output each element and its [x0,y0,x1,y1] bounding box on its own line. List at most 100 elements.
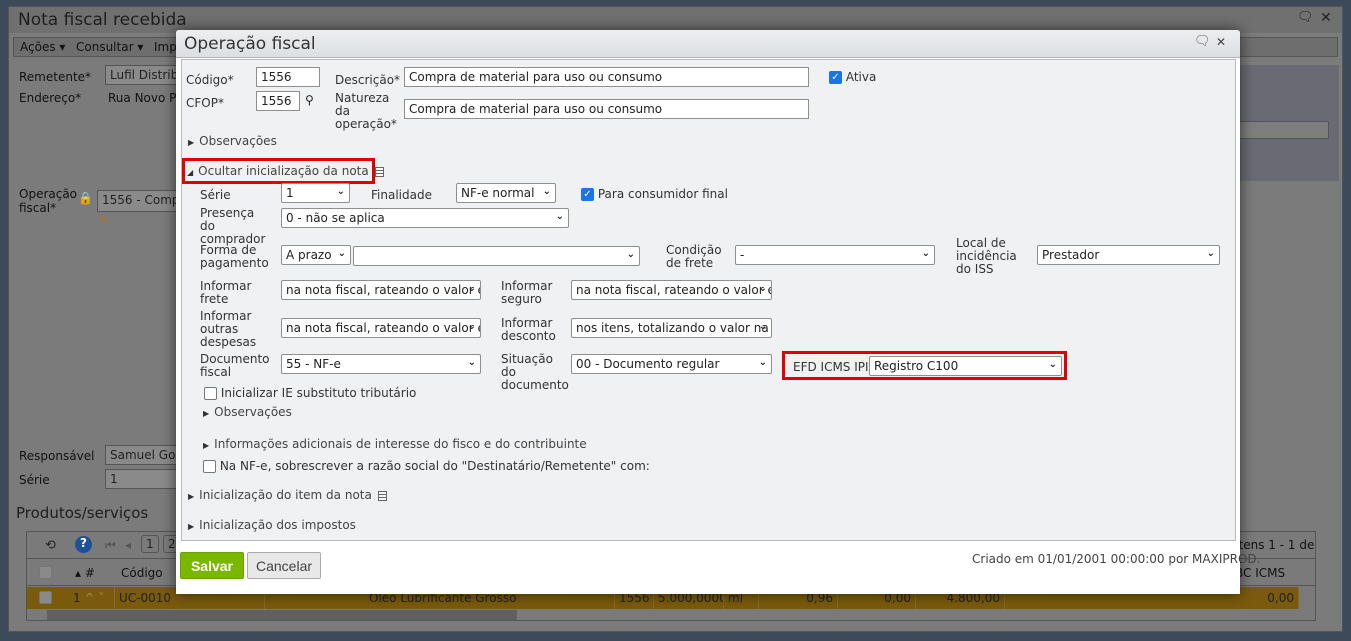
operacao-fiscal-dialog: Operação fiscal 🗨 ✕ Código* 1556 CFOP* 1… [176,30,1260,594]
menu-acoes[interactable]: Ações ▾ [20,40,65,54]
cancel-button[interactable]: Cancelar [247,552,321,579]
forma-pagamento-detail-select[interactable]: ⌄ [353,246,640,266]
documento-fiscal-label: Documento fiscal [200,352,270,379]
consumidor-final-label: Para consumidor final [597,187,728,201]
sobrescrever-checkbox[interactable] [203,460,216,473]
ativa-checkbox[interactable]: ✓ [829,71,842,84]
documento-fiscal-select[interactable]: 55 - NF-e ⌄ [281,354,481,374]
select-all-checkbox[interactable] [39,566,52,579]
expand-triangle-icon: ▶ [188,522,195,531]
horizontal-scrollbar[interactable] [47,610,517,620]
pencil-icon[interactable]: ✎ [99,214,110,229]
descricao-input[interactable]: Compra de material para uso ou consumo [404,67,809,87]
info-adicionais-toggle[interactable]: ▶ Informações adicionais de interesse do … [203,437,587,451]
ativa-checkbox-wrap[interactable]: ✓ Ativa [829,70,876,84]
init-item-toggle[interactable]: ▶ Inicialização do item da nota [188,488,387,502]
responsavel-label: Responsável [19,449,95,463]
expand-triangle-icon: ▶ [203,441,210,450]
dialog-title: Operação fiscal [184,34,316,54]
dialog-titlebar: Operação fiscal 🗨 ✕ [176,30,1240,58]
col-num-header[interactable]: ▴ # [75,566,95,580]
condicao-frete-label: Condição de frete [666,243,722,270]
efd-select[interactable]: Registro C100 ⌄ [869,356,1062,376]
informar-outras-select[interactable]: na nota fiscal, rateando o valor e ⌄ [281,318,481,338]
condicao-frete-select[interactable]: - ⌄ [735,245,935,265]
situacao-select[interactable]: 00 - Documento regular ⌄ [571,354,772,374]
expand-triangle-icon: ▶ [188,138,195,147]
help-icon[interactable]: ? [75,536,92,553]
remetente-input[interactable]: Lufil Distribui [105,65,185,85]
produtos-title: Produtos/serviços [16,504,149,522]
document-icon [374,166,384,177]
finalidade-select[interactable]: NF-e normal ⌄ [456,183,556,203]
sobrescrever-wrap[interactable]: Na NF-e, sobrescrever a razão social do … [203,459,650,473]
situacao-label: Situação do documento [501,352,569,392]
endereco-label: Endereço* [19,91,82,105]
natureza-input[interactable]: Compra de material para uso ou consumo [404,99,809,119]
serie-label: Série [19,473,50,487]
ie-substituto-wrap[interactable]: Inicializar IE substituto tributário [204,386,416,400]
prev-page-icon[interactable]: ◂ [125,538,131,552]
lock-icon: 🔒 [78,191,93,205]
sobrescrever-label: Na NF-e, sobrescrever a razão social do … [219,459,650,473]
observacoes-init-toggle[interactable]: ▶ Observações [203,405,292,419]
expand-triangle-icon: ▶ [203,409,210,418]
comment-icon[interactable]: 🗨 [1194,34,1211,49]
informar-seguro-select[interactable]: na nota fiscal, rateando o valor e ⌄ [571,280,772,300]
consumidor-final-checkbox[interactable]: ✓ [581,188,594,201]
serie-select[interactable]: 1 ⌄ [281,183,350,203]
serie-label: Série [200,188,231,202]
descricao-label: Descrição* [335,73,401,87]
natureza-label: Natureza da operação* [335,91,397,131]
responsavel-input[interactable]: Samuel Gonç [105,445,185,465]
ocultar-inicializacao-toggle[interactable]: ◢ Ocultar inicialização da nota [187,164,384,178]
serie-input[interactable]: 1 [105,469,185,489]
col-codigo-header[interactable]: Código [121,566,163,580]
local-iss-select[interactable]: Prestador ⌄ [1037,245,1220,265]
created-info: Criado em 01/01/2001 00:00:00 por MAXIPR… [972,552,1261,566]
collapse-triangle-icon: ◢ [187,168,194,177]
codigo-label: Código* [186,73,234,87]
operacao-input[interactable]: 1556 - Compr [97,190,187,212]
local-iss-label: Local de incidência do ISS [956,236,1017,276]
informar-frete-select[interactable]: na nota fiscal, rateando o valor e ⌄ [281,280,481,300]
refresh-icon[interactable]: ⟲ [45,538,56,553]
informar-frete-label: Informar frete [200,279,252,306]
consumidor-final-wrap[interactable]: ✓ Para consumidor final [581,187,728,201]
informar-desconto-select[interactable]: nos itens, totalizando o valor na ⌄ [571,318,772,338]
row-checkbox[interactable] [39,591,52,604]
observacoes-toggle[interactable]: ▶ Observações [188,134,277,148]
cfop-label: CFOP* [186,96,224,110]
ativa-label: Ativa [845,70,877,84]
forma-pagamento-select[interactable]: A prazo ⌄ [281,245,351,265]
save-button[interactable]: Salvar [180,552,244,579]
informar-seguro-label: Informar seguro [501,279,553,306]
document-icon [377,490,387,501]
expand-triangle-icon: ▶ [188,492,195,501]
init-impostos-toggle[interactable]: ▶ Inicialização dos impostos [188,518,356,532]
ie-substituto-checkbox[interactable] [204,387,217,400]
operacao-label: Operação fiscal* [19,187,78,215]
col-bcicms-header[interactable]: BC ICMS [1235,566,1285,580]
ie-substituto-label: Inicializar IE substituto tributário [220,386,417,400]
presenca-label: Presença do comprador [200,206,266,246]
row-num: 1 ^ ˅ [65,587,115,609]
forma-pagamento-label: Forma de pagamento [200,243,269,270]
finalidade-label: Finalidade [371,188,432,202]
presenca-select[interactable]: 0 - não se aplica ⌄ [281,208,569,228]
codigo-input[interactable]: 1556 [256,67,320,87]
informar-desconto-label: Informar desconto [501,316,556,343]
remetente-label: Remetente* [19,70,92,84]
close-icon[interactable]: ✕ [1320,10,1332,26]
dialog-form-panel: Código* 1556 CFOP* 1556 ⚲ Descrição* Com… [181,59,1236,541]
cfop-input[interactable]: 1556 [256,91,300,111]
informar-outras-label: Informar outras despesas [200,309,257,349]
first-page-icon[interactable]: ⏮ [105,538,116,553]
menu-consultar[interactable]: Consultar ▾ [76,40,143,54]
efd-label: EFD ICMS IPI [793,360,869,374]
window-title: Nota fiscal recebida [18,10,187,30]
comment-icon[interactable]: 🗨 [1297,10,1314,25]
page-1-button[interactable]: 1 [141,535,159,553]
close-icon[interactable]: ✕ [1216,35,1226,49]
search-icon[interactable]: ⚲ [305,93,314,107]
